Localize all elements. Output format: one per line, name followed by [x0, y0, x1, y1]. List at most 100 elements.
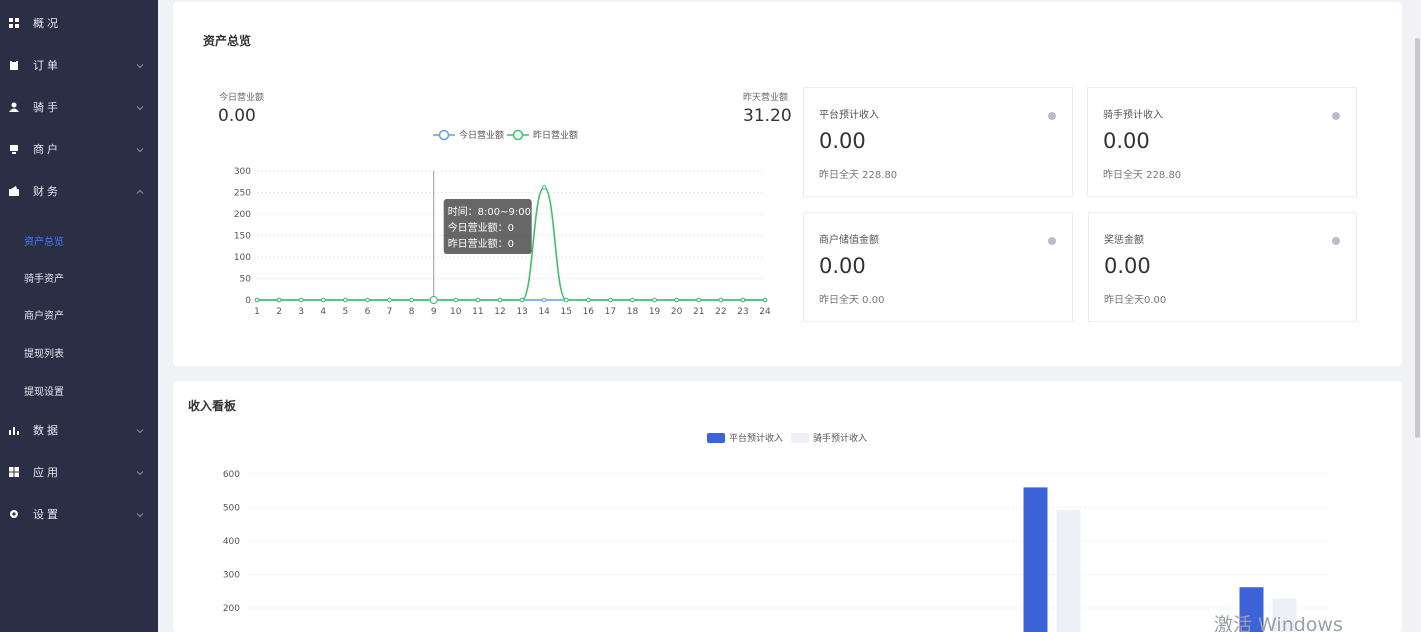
y-tick-label: 300 — [234, 167, 251, 177]
x-tick-label: 12 — [494, 307, 505, 317]
x-tick-label: 14 — [538, 307, 550, 317]
data-point — [718, 297, 724, 303]
sidebar-item-label: 应用 — [33, 466, 61, 479]
chart-tooltip: 时间：8:00~9:00 今日营业额：0 昨日营业额：0 — [443, 199, 532, 254]
stat-card-merchant-deposit: 商户储值金额 0.00 昨日全天 0.00 — [803, 212, 1073, 322]
stat-label: 奖惩金额 — [1104, 235, 1144, 246]
chevron-down-icon — [136, 60, 144, 69]
stat-sub: 昨日全天0.00 — [1104, 295, 1167, 306]
sidebar-subitem-4[interactable]: 提现设置 — [24, 380, 64, 400]
legend-label: 昨日营业额 — [533, 129, 578, 141]
sidebar-item-4[interactable]: 财务 — [0, 177, 158, 205]
sidebar-item-label: 财务 — [33, 185, 61, 198]
x-tick-label: 19 — [649, 307, 661, 317]
today-revenue-label: 今日营业额 — [219, 93, 265, 103]
tooltip-line: 今日营业额：0 — [448, 221, 514, 234]
sidebar: 概况订单骑手商户财务数据应用设置 资产总览骑手资产商户资产提现列表提现设置 — [0, 0, 158, 632]
y-tick-label: 200 — [234, 210, 251, 220]
tooltip-line: 时间：8:00~9:00 — [448, 205, 531, 218]
info-dot-icon[interactable] — [1048, 112, 1056, 120]
sidebar-item-label: 商户 — [33, 143, 61, 156]
sidebar-item-7[interactable]: 设置 — [0, 500, 158, 528]
y-tick-label: 600 — [223, 470, 240, 480]
user-icon — [9, 102, 19, 112]
x-tick-label: 22 — [715, 307, 726, 317]
wallet-icon — [9, 186, 19, 196]
sidebar-subitem-2[interactable]: 商户资产 — [24, 304, 64, 324]
info-dot-icon[interactable] — [1048, 237, 1056, 245]
data-point — [320, 297, 326, 303]
sidebar-item-2[interactable]: 骑手 — [0, 93, 158, 121]
data-point — [365, 297, 370, 303]
info-dot-icon[interactable] — [1332, 237, 1340, 245]
scrollbar-thumb[interactable] — [1415, 38, 1420, 438]
legend-label: 今日营业额 — [459, 129, 504, 141]
income-bar-chart: 平台预计收入 骑手预计收入 200 300 400 500 600 — [223, 432, 1328, 632]
stat-sub: 昨日全天 0.00 — [819, 295, 885, 306]
x-tick-label: 23 — [737, 307, 748, 317]
stat-value: 0.00 — [1103, 129, 1150, 153]
sidebar-item-1[interactable]: 订单 — [0, 51, 158, 79]
x-tick-label: 11 — [472, 307, 483, 317]
data-point — [276, 297, 282, 303]
store-icon — [9, 144, 19, 154]
x-tick-label: 7 — [387, 307, 393, 317]
sidebar-item-label: 骑手 — [33, 101, 61, 114]
sidebar-item-0[interactable]: 概况 — [0, 9, 158, 37]
stat-card-reward-penalty: 奖惩金额 0.00 昨日全天0.00 — [1088, 212, 1357, 322]
x-tick-label: 10 — [450, 307, 462, 317]
data-point — [475, 297, 481, 303]
windows-activation-watermark: 激活 Windows — [1214, 614, 1343, 632]
legend-swatch — [707, 433, 725, 443]
sidebar-item-3[interactable]: 商户 — [0, 135, 158, 163]
y-tick-label: 150 — [234, 232, 251, 242]
sidebar-item-label: 数据 — [33, 424, 61, 437]
sidebar-item-6[interactable]: 应用 — [0, 458, 158, 486]
stat-card-platform-income: 平台预计收入 0.00 昨日全天 228.80 — [803, 87, 1073, 197]
y-tick-label: 0 — [245, 296, 251, 306]
x-tick-label: 16 — [583, 307, 595, 317]
data-point — [586, 297, 591, 303]
y-tick-label: 400 — [223, 537, 240, 547]
stat-card-rider-income: 骑手预计收入 0.00 昨日全天 228.80 — [1087, 87, 1357, 197]
gear-icon — [9, 509, 19, 519]
bar — [1056, 510, 1081, 632]
stat-label: 骑手预计收入 — [1103, 110, 1163, 121]
stat-label: 平台预计收入 — [819, 110, 879, 121]
data-point — [674, 297, 679, 303]
yesterday-revenue-value: 31.20 — [743, 106, 792, 126]
sidebar-item-5[interactable]: 数据 — [0, 416, 158, 444]
data-point — [298, 297, 304, 303]
data-point — [409, 297, 414, 303]
y-tick-label: 300 — [223, 571, 240, 581]
stat-sub: 昨日全天 228.80 — [819, 170, 898, 181]
y-tick-label: 500 — [223, 504, 240, 514]
yesterday-revenue-label: 昨天营业额 — [743, 93, 789, 103]
data-point — [608, 297, 613, 303]
stat-value: 0.00 — [819, 254, 866, 278]
asset-overview-card: 资产总览 今日营业额 0.00 昨天营业额 31.20 今日营业额 昨日营业额 0 5… — [173, 2, 1402, 366]
x-tick-label: 15 — [560, 307, 571, 317]
data-point — [762, 297, 768, 303]
data-point — [429, 296, 438, 304]
data-point — [497, 297, 503, 303]
y-tick-label: 250 — [234, 189, 251, 199]
data-point — [254, 297, 260, 303]
sidebar-item-label: 订单 — [33, 59, 61, 72]
x-tick-label: 1 — [254, 307, 260, 317]
data-point — [652, 297, 657, 303]
page-title: 资产总览 — [203, 34, 252, 48]
tooltip-line: 昨日营业额：0 — [448, 237, 514, 250]
data-point — [541, 297, 547, 303]
income-board-card: 收入看板 平台预计收入 骑手预计收入 200 300 400 500 600 — [173, 381, 1402, 632]
data-point — [541, 185, 547, 190]
info-dot-icon[interactable] — [1332, 112, 1340, 120]
y-tick-label: 100 — [234, 253, 251, 263]
sidebar-subitem-0[interactable]: 资产总览 — [24, 230, 64, 250]
sidebar-subitem-1[interactable]: 骑手资产 — [24, 267, 64, 287]
x-tick-label: 21 — [693, 307, 704, 317]
chevron-down-icon — [136, 509, 144, 518]
bar-chart-icon — [9, 425, 19, 435]
x-tick-label: 20 — [671, 307, 683, 317]
sidebar-subitem-3[interactable]: 提现列表 — [24, 342, 64, 362]
